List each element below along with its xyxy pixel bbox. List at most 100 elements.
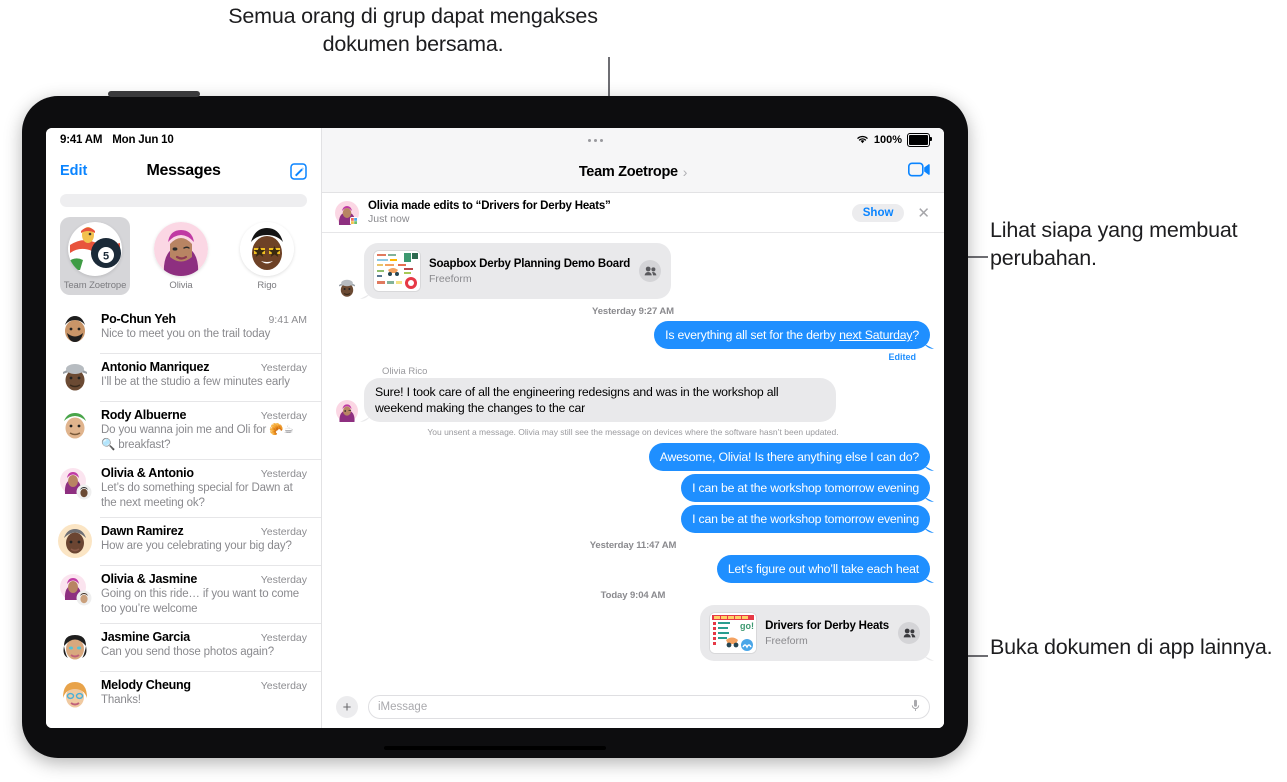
bubble-text-tail: ? — [912, 328, 919, 342]
list-item-time: Yesterday — [260, 632, 307, 644]
search-field-wrapper[interactable] — [46, 190, 321, 213]
facetime-video-icon[interactable] — [908, 162, 930, 182]
freeform-attachment-card[interactable]: Soapbox Derby Planning Demo Board Freefo… — [364, 243, 672, 299]
conversation-list: Po-Chun Yeh 9:41 AM Nice to meet you on … — [46, 305, 321, 728]
list-item-preview: Do you wanna join me and Oli for 🥐☕🔍 bre… — [101, 424, 294, 451]
card-subtitle: Freeform — [765, 635, 808, 647]
show-button[interactable]: Show — [851, 203, 905, 222]
people-icon[interactable] — [639, 260, 662, 282]
list-item-preview: Nice to meet you on the trail today — [101, 328, 271, 340]
list-item-preview: How are you celebrating your big day? — [101, 540, 292, 552]
people-icon[interactable] — [898, 622, 920, 644]
avatar — [336, 277, 358, 299]
list-item[interactable]: Po-Chun Yeh 9:41 AM Nice to meet you on … — [46, 305, 321, 353]
list-item-time: Yesterday — [260, 526, 307, 538]
list-item-name: Olivia & Jasmine — [101, 572, 198, 586]
list-item-time: Yesterday — [260, 468, 307, 480]
avatar — [58, 524, 92, 558]
card-metadata: Drivers for Derby Heats Freeform — [765, 619, 889, 647]
list-item[interactable]: Olivia & Antonio Yesterday Let’s do some… — [46, 459, 321, 517]
message-bubble[interactable]: I can be at the workshop tomorrow evenin… — [681, 474, 930, 502]
chat-pane: 100% Team Zoetrope › Olivia made edits t… — [322, 128, 944, 728]
bubble-text-underlined[interactable]: next Saturday — [839, 328, 912, 342]
message-row-outgoing: I can be at the workshop tomorrow evenin… — [336, 505, 930, 533]
freeform-attachment-card[interactable]: go! Drivers for Derby Heats Freeform — [700, 605, 930, 661]
ipad-screen: 9:41 AM Mon Jun 10 Edit Messages 5 Team … — [46, 128, 944, 728]
list-item-time: Yesterday — [260, 680, 307, 692]
battery-icon — [906, 133, 932, 147]
microphone-icon[interactable] — [911, 699, 920, 715]
list-item-time: Yesterday — [260, 574, 307, 586]
chevron-right-icon: › — [682, 164, 688, 180]
list-item[interactable]: Rody Albuerne Yesterday Do you wanna joi… — [46, 401, 321, 459]
card-title: Soapbox Derby Planning Demo Board — [429, 258, 631, 270]
list-item-name: Dawn Ramirez — [101, 524, 184, 538]
message-bubble[interactable]: Awesome, Olivia! Is there anything else … — [648, 443, 930, 471]
message-row-outgoing-card: go! Drivers for Derby Heats Freeform — [336, 605, 930, 661]
banner-subtitle: Just now — [368, 213, 410, 225]
chat-nav-bar: Team Zoetrope › — [322, 152, 944, 193]
imessage-placeholder: iMessage — [378, 701, 428, 713]
pinned-conversations: 5 Team Zoetrope Olivia Rigo — [46, 213, 321, 305]
avatar — [58, 630, 92, 664]
avatar — [58, 678, 92, 712]
document-thumbnail — [374, 251, 420, 291]
list-item[interactable]: Dawn Ramirez Yesterday How are you celeb… — [46, 517, 321, 565]
list-item[interactable]: Antonio Manriquez Yesterday I’ll be at t… — [46, 353, 321, 401]
search-input[interactable] — [60, 194, 307, 207]
svg-text:5: 5 — [103, 251, 109, 263]
message-bubble[interactable]: Let’s figure out who’ll take each heat — [716, 555, 930, 583]
pinned-item-team-zoetrope[interactable]: 5 Team Zoetrope — [60, 217, 130, 295]
chat-title-button[interactable]: Team Zoetrope › — [579, 164, 688, 180]
status-date: Mon Jun 10 — [112, 134, 174, 146]
edit-notification-banner[interactable]: Olivia made edits to “Drivers for Derby … — [322, 193, 944, 233]
message-bubble[interactable]: Is everything all set for the derby next… — [654, 321, 930, 349]
list-item-name: Jasmine Garcia — [101, 630, 190, 644]
avatar — [58, 312, 92, 346]
avatar — [154, 222, 208, 276]
list-item[interactable]: Jasmine Garcia Yesterday Can you send th… — [46, 623, 321, 671]
close-icon[interactable]: ✕ — [913, 204, 934, 222]
avatar — [336, 400, 358, 422]
list-item[interactable]: Olivia & Jasmine Yesterday Going on this… — [46, 565, 321, 623]
message-bubble[interactable]: I can be at the workshop tomorrow evenin… — [681, 505, 930, 533]
battery-percentage: 100% — [873, 134, 902, 146]
card-title: Drivers for Derby Heats — [765, 620, 889, 632]
message-bubble[interactable]: Sure! I took care of all the engineering… — [364, 378, 836, 422]
card-subtitle: Freeform — [429, 273, 472, 285]
edit-button[interactable]: Edit — [60, 163, 87, 179]
avatar-group — [58, 466, 92, 500]
avatar: 5 — [68, 222, 122, 276]
home-indicator[interactable] — [384, 746, 606, 750]
plus-icon[interactable]: + — [336, 696, 358, 718]
message-row-outgoing: Is everything all set for the derby next… — [336, 321, 930, 349]
pinned-item-rigo[interactable]: Rigo — [232, 217, 302, 295]
banner-text: Olivia made edits to “Drivers for Derby … — [368, 200, 843, 225]
message-sender-name: Olivia Rico — [382, 366, 428, 377]
sidebar-nav-bar: Edit Messages — [46, 152, 321, 190]
timestamp-divider: Yesterday 9:27 AM — [592, 306, 674, 317]
pinned-item-olivia[interactable]: Olivia — [146, 217, 216, 295]
list-item[interactable]: Melody Cheung Yesterday Thanks! — [46, 671, 321, 719]
message-row-incoming-card: Soapbox Derby Planning Demo Board Freefo… — [336, 243, 930, 299]
timestamp-divider: Yesterday 11:47 AM — [589, 540, 677, 551]
list-item-preview: Can you send those photos again? — [101, 646, 274, 658]
message-row-outgoing: Let’s figure out who’ll take each heat — [336, 555, 930, 583]
list-item-time: 9:41 AM — [268, 314, 307, 326]
list-item-name: Olivia & Antonio — [101, 466, 194, 480]
compose-icon[interactable] — [290, 162, 307, 180]
screenshot-root: Semua orang di grup dapat mengakses doku… — [0, 0, 1287, 782]
avatar — [240, 222, 294, 276]
list-item-name: Antonio Manriquez — [101, 360, 210, 374]
multitasking-handle-icon[interactable] — [588, 138, 604, 142]
message-thread: Soapbox Derby Planning Demo Board Freefo… — [322, 233, 944, 686]
messages-sidebar: 9:41 AM Mon Jun 10 Edit Messages 5 Team … — [46, 128, 322, 728]
imessage-input[interactable]: iMessage — [368, 695, 930, 719]
timestamp-divider: Today 9:04 AM — [600, 590, 666, 601]
status-indicators: 100% — [856, 133, 932, 147]
page-title: Messages — [146, 162, 221, 179]
avatar — [58, 360, 92, 394]
status-time: 9:41 AM — [60, 134, 103, 146]
pinned-item-label: Team Zoetrope — [63, 280, 127, 291]
ipad-device-frame: 9:41 AM Mon Jun 10 Edit Messages 5 Team … — [22, 91, 968, 758]
